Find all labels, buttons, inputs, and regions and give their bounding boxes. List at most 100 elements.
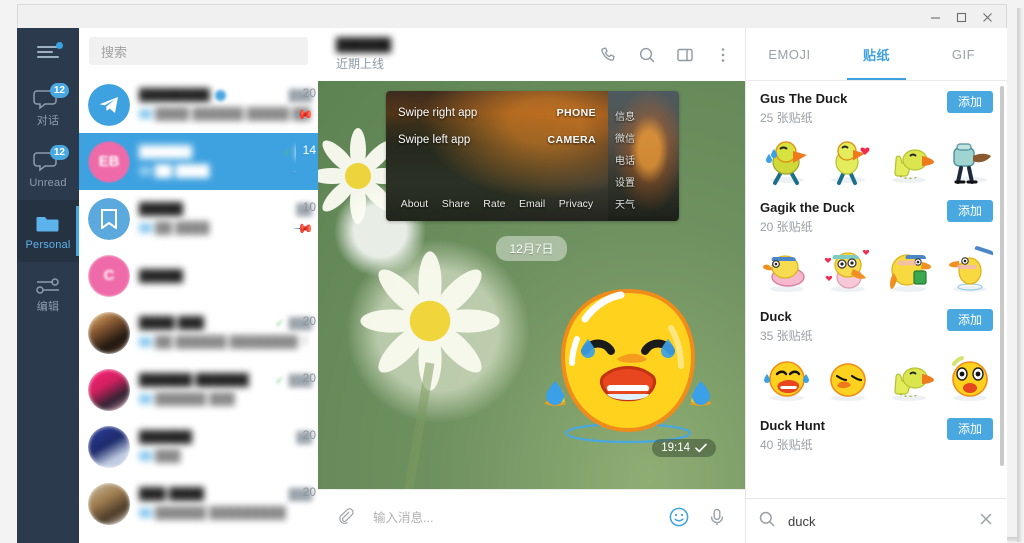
sticker-set-header: Gus The Duck25 张贴纸 添加 <box>760 91 993 126</box>
chat-list-item[interactable]: C█████ <box>79 247 318 304</box>
conversation-header-actions <box>599 45 733 65</box>
sidebar-item-chats[interactable]: 12 对话 <box>17 76 79 138</box>
paperclip-icon[interactable] <box>334 505 358 529</box>
add-sticker-set-button[interactable]: 添加 <box>947 418 993 440</box>
chat-item-time-number: 10 <box>303 200 316 214</box>
chat-list-item[interactable]: ███████ ██████📌 <box>79 190 318 247</box>
sticker-sets-list[interactable]: Gus The Duck25 张贴纸添加Gagik the Duck20 张贴纸… <box>746 80 1007 498</box>
sticker-duck-laughing-tears[interactable] <box>760 352 815 407</box>
photo-footer-link: Rate <box>483 198 505 210</box>
hamburger-menu-icon[interactable] <box>17 28 79 76</box>
sticker-message[interactable]: 19:14 <box>533 273 723 463</box>
sticker-set-header: Duck Hunt40 张贴纸添加 <box>760 418 993 453</box>
sticker-duck-thumbs-up[interactable] <box>882 352 937 407</box>
avatar-saved-messages-icon <box>88 198 130 240</box>
search-icon <box>758 510 776 533</box>
phone-icon[interactable] <box>599 45 619 65</box>
sent-check-icon: ✓ <box>275 375 284 387</box>
avatar <box>88 84 130 126</box>
sticker-duck-crying-running[interactable] <box>760 134 815 189</box>
sticker-duck-swim-ring[interactable] <box>760 243 815 298</box>
preview-attachment-icon <box>139 508 152 518</box>
sticker-set: Gus The Duck25 张贴纸 添加 <box>746 80 1007 189</box>
search-input[interactable]: 搜索 <box>89 37 308 65</box>
sidebar-item-label: Personal <box>25 240 70 251</box>
sidebar-item-unread[interactable]: 12 Unread <box>17 138 79 200</box>
avatar-photo <box>88 426 130 468</box>
chat-item-preview: ██████ ███ <box>139 392 310 406</box>
message-input[interactable]: 输入消息... <box>358 507 667 526</box>
chat-item-name: █████ <box>139 202 183 216</box>
photo-footer-link: Share <box>442 198 470 210</box>
chat-item-name: █████ <box>139 269 183 283</box>
clear-icon[interactable] <box>978 511 994 532</box>
sticker-duck-hat-toss[interactable] <box>943 243 998 298</box>
search-placeholder: 搜索 <box>101 42 127 61</box>
sidebar-item-label: 对话 <box>37 116 59 127</box>
sticker-search-input[interactable]: duck <box>776 514 978 529</box>
smiley-icon[interactable] <box>667 505 691 529</box>
chat-item-name: ████████ <box>139 88 210 102</box>
minimize-icon[interactable] <box>922 5 948 29</box>
chat-list-item[interactable]: ███████████ <box>79 418 318 475</box>
photo-message[interactable]: Swipe right app PHONE Swipe left app CAM… <box>386 91 679 221</box>
chat-list-item[interactable]: ████████████ ██████ █████ ██████📌 <box>79 76 318 133</box>
avatar <box>88 312 130 354</box>
window-controls <box>922 5 1000 29</box>
sticker-panel-tabs[interactable]: EMOJI贴纸GIF <box>746 28 1007 81</box>
selected-row-highlight <box>296 133 318 190</box>
sticker-duck-blowing-kiss[interactable] <box>821 134 876 189</box>
message-time: 19:14 <box>661 442 690 454</box>
sticker-duck-facepalm[interactable] <box>821 352 876 407</box>
sticker-duck-hearts-blush[interactable] <box>821 243 876 298</box>
more-vertical-icon[interactable] <box>713 45 733 65</box>
add-sticker-set-button[interactable]: 添加 <box>947 309 993 331</box>
search-wrap: 搜索 <box>79 28 318 72</box>
add-sticker-set-button[interactable]: 添加 <box>947 91 993 113</box>
sticker-duck-backpack-walking[interactable] <box>943 134 998 189</box>
chat-list-item[interactable]: ██████ ████████████ ███✓ ███ <box>79 361 318 418</box>
laughing-crying-duck-sticker <box>533 273 723 463</box>
sidebar-item-edit[interactable]: 编辑 <box>17 262 79 324</box>
chat-list-item[interactable]: ███ ██████████ ████████████ <box>79 475 318 532</box>
photo-side-label: 微信 <box>615 135 635 145</box>
search-icon[interactable] <box>637 45 657 65</box>
sticker-tab-gif[interactable]: GIF <box>920 28 1007 80</box>
chat-item-body: █████ <box>130 269 310 283</box>
sticker-set-meta: Duck35 张贴纸 <box>760 309 813 344</box>
close-icon[interactable] <box>974 5 1000 29</box>
chat-item-body: ███████ ████ <box>130 202 310 235</box>
add-sticker-set-button[interactable]: 添加 <box>947 200 993 222</box>
sidebar-item-personal[interactable]: Personal <box>17 200 79 262</box>
split-view-icon[interactable] <box>675 45 695 65</box>
sticker-duck-shocked[interactable] <box>943 352 998 407</box>
conversation-header: ██████ 近期上线 <box>318 28 745 81</box>
sticker-duck-green-bag[interactable] <box>882 243 937 298</box>
photo-footer-link: Privacy <box>559 198 593 210</box>
maximize-icon[interactable] <box>948 5 974 29</box>
avatar: EB <box>88 141 130 183</box>
avatar-telegram-icon <box>88 84 130 126</box>
sticker-tab-贴纸[interactable]: 贴纸 <box>833 28 920 80</box>
photo-row: Swipe right app PHONE <box>398 107 596 119</box>
chat-item-preview: ███ <box>139 449 310 463</box>
avatar-photo <box>88 312 130 354</box>
sticker-panel-scrollbar[interactable] <box>1000 86 1004 466</box>
sticker-set: Gagik the Duck20 张贴纸添加 <box>746 189 1007 298</box>
chat-item-time-number: 14 <box>303 143 316 157</box>
chat-list-item[interactable]: ████ █████ ██████ ████████ ?✓ ███ <box>79 304 318 361</box>
conversation-status: 近期上线 <box>336 55 599 72</box>
chat-item-body: █████████ <box>130 430 310 463</box>
window-shadow-right <box>1017 8 1023 542</box>
sticker-set-row <box>760 243 993 298</box>
sticker-duck-thumbs-up[interactable] <box>882 134 937 189</box>
microphone-icon[interactable] <box>705 505 729 529</box>
sticker-set-count: 25 张贴纸 <box>760 109 847 126</box>
sidebar-item-label: 编辑 <box>37 302 59 313</box>
sticker-tab-emoji[interactable]: EMOJI <box>746 28 833 80</box>
conversation-title-wrap[interactable]: ██████ 近期上线 <box>336 37 599 72</box>
sticker-set-meta: Gus The Duck25 张贴纸 <box>760 91 847 126</box>
chat-list[interactable]: ████████████ ██████ █████ ██████📌EB█████… <box>79 76 318 543</box>
sticker-panel: EMOJI贴纸GIF Gus The Duck25 张贴纸添加Gagik the… <box>745 28 1007 543</box>
chat-list-item[interactable]: EB████████ ████✓ ██📌 <box>79 133 318 190</box>
